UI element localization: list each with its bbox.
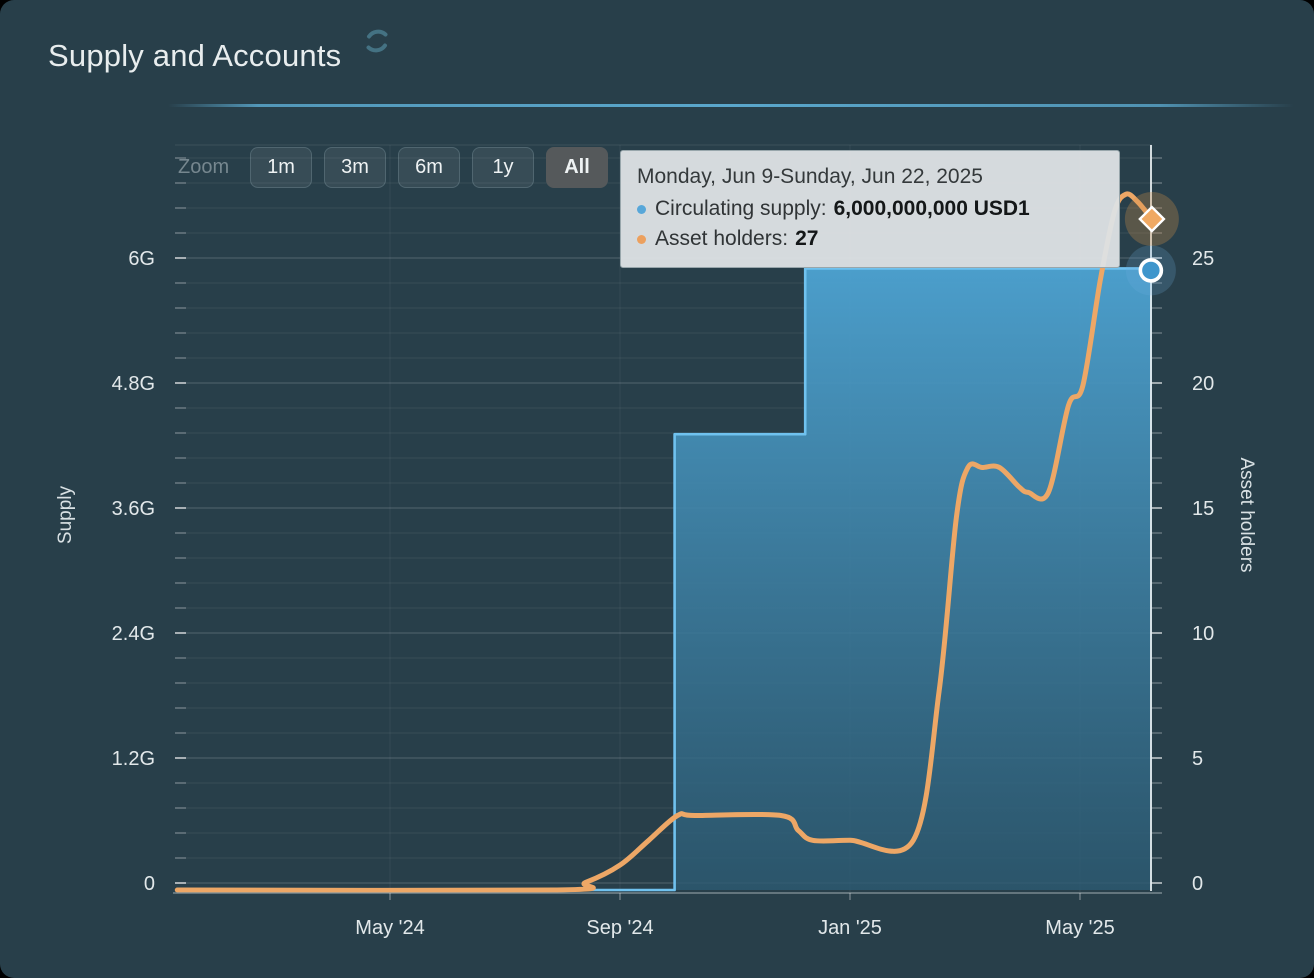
tooltip-rows: Circulating supply: 6,000,000,000 USD1 Ass… [637, 194, 1103, 254]
tooltip-row: Asset holders: 27 [637, 224, 1103, 254]
page-title: Supply and Accounts [48, 38, 342, 73]
y-right-tick-label: 25 [1192, 248, 1214, 270]
y-left-tick-label: 2.4G [112, 623, 155, 645]
zoom-toolbar: Zoom 1m 3m 6m 1y All [178, 147, 608, 188]
tooltip-value: 6,000,000,000 USD1 [833, 197, 1030, 221]
tooltip-label: Circulating supply: [655, 197, 827, 221]
y-right-tick-label: 15 [1192, 498, 1214, 520]
y-left-axis-title: Supply [55, 485, 76, 544]
zoom-button-3m[interactable]: 3m [324, 147, 386, 188]
chart-tooltip: Monday, Jun 9-Sunday, Jun 22, 2025 Circu… [620, 150, 1120, 269]
zoom-button-1m[interactable]: 1m [250, 147, 312, 188]
x-tick-label: May '25 [1045, 917, 1114, 939]
sync-icon[interactable] [360, 24, 394, 58]
y-right-tick-label: 20 [1192, 373, 1214, 395]
zoom-label: Zoom [178, 156, 230, 178]
zoom-buttons: 1m 3m 6m 1y All [250, 147, 608, 188]
circulating-supply-area [177, 268, 1152, 890]
zoom-button-all[interactable]: All [546, 147, 608, 188]
y-left-tick-label: 6G [128, 248, 155, 270]
y-right-axis-title: Asset holders [1236, 457, 1257, 572]
x-tick-label: Sep '24 [586, 917, 653, 939]
tooltip-date: Monday, Jun 9-Sunday, Jun 22, 2025 [637, 165, 983, 188]
y-right-tick-label: 10 [1192, 623, 1214, 645]
title-divider [168, 104, 1294, 107]
tooltip-row: Circulating supply: 6,000,000,000 USD1 [637, 194, 1103, 224]
y-right-tick-label: 5 [1192, 748, 1203, 770]
y-right-tick-label: 0 [1192, 873, 1203, 895]
series-bullet-icon [637, 204, 646, 214]
y-left-tick-label: 0 [144, 873, 155, 895]
y-left-tick-label: 1.2G [112, 748, 155, 770]
circulating-supply-marker-circle[interactable] [1138, 258, 1164, 283]
x-tick-label: Jan '25 [818, 917, 882, 939]
tooltip-value: 27 [795, 227, 819, 251]
y-left-tick-label: 3.6G [112, 498, 155, 520]
zoom-button-1y[interactable]: 1y [472, 147, 534, 188]
tooltip-label: Asset holders: [655, 227, 789, 251]
y-left-tick-label: 4.8G [112, 373, 155, 395]
x-tick-label: May '24 [355, 917, 424, 939]
zoom-button-6m[interactable]: 6m [398, 147, 460, 188]
supply-accounts-card: 0 1.2G 2.4G 3.6G 4.8G 6G 0 5 10 15 20 25 May '24 Sep … [0, 0, 1314, 978]
series-bullet-icon [637, 234, 646, 244]
